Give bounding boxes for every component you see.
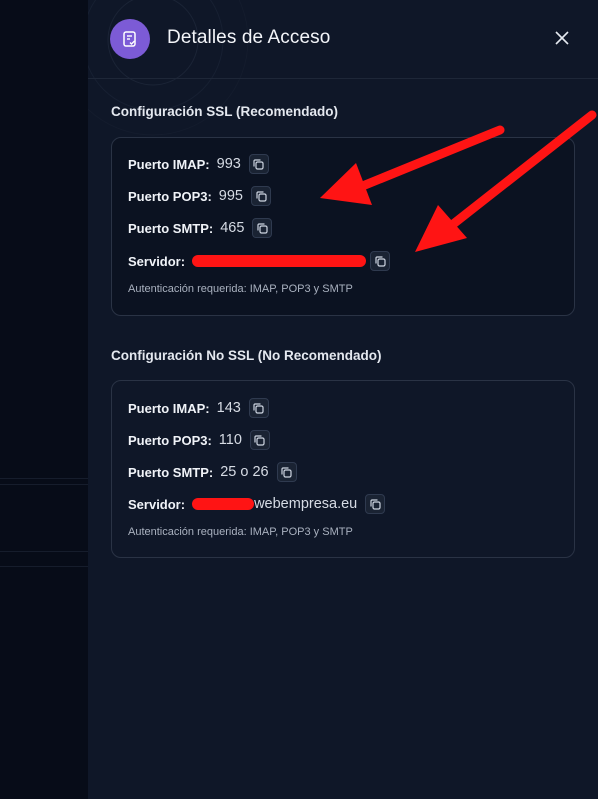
panel-title: Detalles de Acceso [167,27,331,48]
imap-port-value: 993 [216,156,241,172]
ssl-imap-row: Puerto IMAP: 993 [128,154,269,174]
pop3-label: Puerto POP3: [128,432,212,448]
access-details-panel: Detalles de Acceso Configuración SSL (Re… [88,0,598,799]
auth-note: Autenticación requerida: IMAP, POP3 y SM… [128,526,353,538]
copy-icon[interactable] [249,430,270,450]
ssl-pop3-row: Puerto POP3: 995 [128,186,271,206]
ssl-smtp-row: Puerto SMTP: 465 [128,218,273,238]
smtp-label: Puerto SMTP: [128,220,214,236]
copy-icon[interactable] [370,251,391,271]
ssl-section-title: Configuración SSL (Recomendado) [111,104,339,119]
copy-icon[interactable] [248,398,269,418]
backdrop-line [0,484,88,485]
auth-note: Autenticación requerida: IMAP, POP3 y SM… [128,283,353,295]
panel-header: Detalles de Acceso [88,0,598,79]
nossl-server-row: Servidor: webempresa.eu [128,494,386,514]
page-backdrop [0,0,88,799]
copy-icon[interactable] [252,218,273,238]
redacted-server [192,498,255,510]
copy-icon[interactable] [276,462,297,482]
pop3-port-value: 110 [218,432,242,448]
nossl-smtp-row: Puerto SMTP: 25 o 26 [128,462,297,482]
backdrop-line [0,551,88,552]
backdrop-line [0,478,88,479]
smtp-label: Puerto SMTP: [128,464,214,480]
imap-port-value: 143 [216,400,241,416]
copy-icon[interactable] [248,154,269,174]
smtp-port-value: 25 o 26 [220,464,269,480]
nossl-config-card: Puerto IMAP: 143 Puerto POP3: 110 Puerto… [111,380,575,558]
imap-label: Puerto IMAP: [128,156,210,172]
nossl-imap-row: Puerto IMAP: 143 [128,398,269,418]
imap-label: Puerto IMAP: [128,400,210,416]
nossl-section-title: Configuración No SSL (No Recomendado) [111,348,382,363]
server-domain-value: webempresa.eu [254,496,358,512]
redacted-server [192,255,367,267]
smtp-port-value: 465 [220,220,245,236]
copy-icon[interactable] [251,186,271,206]
ssl-config-card: Puerto IMAP: 993 Puerto POP3: 995 Puerto… [111,137,575,316]
pop3-label: Puerto POP3: [128,188,212,204]
server-label: Servidor: [128,253,186,269]
ssl-server-row: Servidor: [128,251,391,271]
nossl-pop3-row: Puerto POP3: 110 [128,430,270,450]
pop3-port-value: 995 [218,188,243,204]
document-check-icon [110,19,150,59]
copy-icon[interactable] [365,494,386,514]
server-label: Servidor: [128,496,186,512]
close-icon[interactable] [552,28,572,48]
backdrop-line [0,566,88,567]
